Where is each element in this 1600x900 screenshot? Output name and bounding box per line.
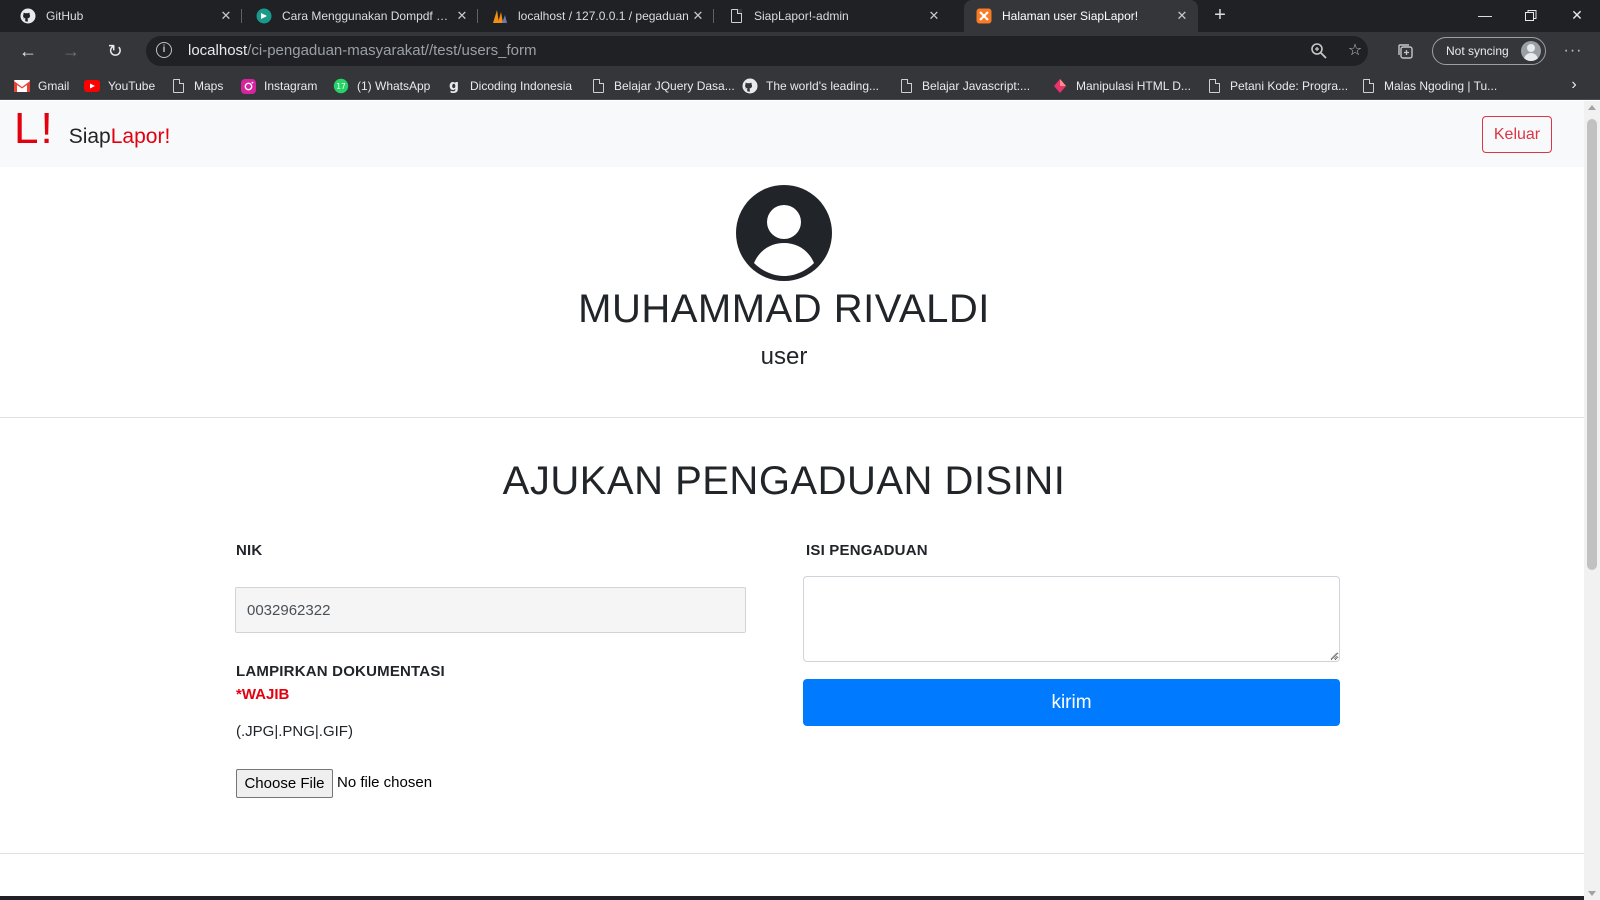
- xampp-icon: [976, 8, 992, 24]
- collections-icon[interactable]: [1394, 40, 1416, 62]
- tab-title: SiapLapor!-admin: [754, 9, 849, 23]
- browser-tab[interactable]: SiapLapor!-admin ✕: [716, 0, 950, 32]
- browser-tab[interactable]: Cara Menggunakan Dompdf di C ✕: [244, 0, 478, 32]
- logo-mark: L!: [14, 104, 55, 153]
- address-bar[interactable]: i localhost/ci-pengaduan-masyarakat//tes…: [146, 36, 1368, 66]
- browser-tab[interactable]: localhost / 127.0.0.1 / pegaduan ✕: [480, 0, 714, 32]
- page-scrollbar[interactable]: [1584, 101, 1600, 900]
- tab-title: Cara Menggunakan Dompdf di C: [282, 9, 454, 23]
- taskbar-edge: [0, 896, 1584, 900]
- chevron-right-icon[interactable]: ›: [1564, 70, 1584, 100]
- sync-label: Not syncing: [1446, 44, 1509, 58]
- bookmark-item[interactable]: Belajar Javascript:...: [898, 76, 1030, 96]
- url-text[interactable]: localhost/ci-pengaduan-masyarakat//test/…: [188, 42, 537, 59]
- diamond-icon: [1052, 78, 1068, 94]
- restore-icon[interactable]: [1508, 0, 1554, 32]
- whatsapp-icon: 17: [333, 78, 349, 94]
- tab-title: GitHub: [46, 9, 84, 23]
- bookmark-item[interactable]: 17 (1) WhatsApp: [333, 76, 430, 96]
- site-info-icon[interactable]: i: [156, 42, 172, 58]
- close-window-icon[interactable]: ✕: [1554, 0, 1600, 32]
- gmail-icon: [14, 78, 30, 94]
- file-status: No file chosen: [337, 774, 433, 791]
- page-icon: [590, 78, 606, 94]
- user-avatar-icon: [736, 185, 832, 281]
- bookmark-item[interactable]: Petani Kode: Progra...: [1206, 76, 1348, 96]
- nik-label: NIK: [236, 542, 263, 559]
- close-tab-icon[interactable]: ✕: [1174, 8, 1190, 24]
- scrollbar-thumb[interactable]: [1587, 119, 1597, 570]
- browser-toolbar: ← → ↻ i localhost/ci-pengaduan-masyaraka…: [0, 32, 1600, 70]
- scroll-down-icon[interactable]: [1588, 891, 1596, 896]
- submit-button[interactable]: kirim: [803, 679, 1340, 726]
- complaint-label: ISI PENGADUAN: [806, 542, 928, 559]
- tab-title: Halaman user SiapLapor!: [1002, 9, 1139, 23]
- profile-sync-button[interactable]: Not syncing: [1432, 37, 1546, 65]
- new-tab-button[interactable]: +: [1208, 4, 1232, 28]
- page-icon: [1206, 78, 1222, 94]
- dicoding-icon: g: [446, 78, 462, 94]
- profile-section: MUHAMMAD RIVALDI user: [0, 167, 1584, 418]
- github-icon: [742, 78, 758, 94]
- page-icon: [898, 78, 914, 94]
- bookmark-item[interactable]: Gmail: [14, 76, 69, 96]
- close-tab-icon[interactable]: ✕: [218, 8, 234, 24]
- bookmark-item[interactable]: YouTube: [84, 76, 155, 96]
- bookmarks-bar: Gmail YouTube Maps Instagram 17 (1) What…: [0, 70, 1600, 100]
- instagram-icon: [240, 78, 256, 94]
- tab-title: localhost / 127.0.0.1 / pegaduan: [518, 9, 689, 23]
- more-menu-icon[interactable]: ···: [1562, 40, 1584, 62]
- dompdf-icon: [256, 8, 272, 24]
- profile-role: user: [760, 343, 808, 370]
- brand-name: SiapLapor!: [68, 125, 171, 148]
- brand-logo[interactable]: L! SiapLapor!: [14, 107, 170, 151]
- page-icon: [170, 78, 186, 94]
- bookmark-item[interactable]: Belajar JQuery Dasa...: [590, 76, 735, 96]
- file-format-hint: (.JPG|.PNG|.GIF): [236, 723, 353, 740]
- bookmark-item[interactable]: Manipulasi HTML D...: [1052, 76, 1191, 96]
- choose-file-button[interactable]: Choose File: [236, 769, 333, 798]
- close-tab-icon[interactable]: ✕: [690, 8, 706, 24]
- forward-icon[interactable]: →: [57, 37, 85, 65]
- close-tab-icon[interactable]: ✕: [926, 8, 942, 24]
- browser-tab-strip: GitHub ✕ Cara Menggunakan Dompdf di C ✕ …: [0, 0, 1600, 32]
- star-icon[interactable]: ☆: [1344, 40, 1366, 62]
- nik-field[interactable]: [235, 587, 746, 633]
- reload-icon[interactable]: ↻: [101, 37, 129, 65]
- github-icon: [20, 8, 36, 24]
- bookmark-item[interactable]: Maps: [170, 76, 223, 96]
- form-title: AJUKAN PENGADUAN DISINI: [502, 459, 1066, 503]
- divider: [0, 853, 1584, 854]
- required-note: *WAJIB: [236, 686, 290, 703]
- site-navbar: L! SiapLapor! Keluar: [0, 101, 1584, 167]
- svg-text:17: 17: [336, 82, 346, 91]
- page-viewport: L! SiapLapor! Keluar MUHAMMAD RIVALDI us…: [0, 101, 1584, 900]
- attachment-label: LAMPIRKAN DOKUMENTASI: [236, 663, 445, 680]
- complaint-textarea[interactable]: [803, 576, 1340, 662]
- profile-name: MUHAMMAD RIVALDI: [578, 287, 990, 331]
- browser-tab-active[interactable]: Halaman user SiapLapor! ✕: [964, 0, 1198, 32]
- close-tab-icon[interactable]: ✕: [454, 8, 470, 24]
- zoom-icon[interactable]: [1308, 40, 1330, 62]
- bookmark-item[interactable]: The world's leading...: [742, 76, 879, 96]
- browser-tab[interactable]: GitHub ✕: [8, 0, 242, 32]
- page-icon: [728, 8, 744, 24]
- bookmark-item[interactable]: Instagram: [240, 76, 317, 96]
- phpmyadmin-icon: [492, 8, 508, 24]
- logout-button[interactable]: Keluar: [1482, 116, 1552, 153]
- back-icon[interactable]: ←: [14, 37, 42, 65]
- bookmark-item[interactable]: Malas Ngoding | Tu...: [1360, 76, 1497, 96]
- page-icon: [1360, 78, 1376, 94]
- profile-avatar-icon: [1521, 41, 1541, 61]
- svg-text:g: g: [449, 78, 459, 94]
- scroll-up-icon[interactable]: [1588, 105, 1596, 110]
- minimize-icon[interactable]: —: [1462, 0, 1508, 32]
- youtube-icon: [84, 78, 100, 94]
- bookmark-item[interactable]: g Dicoding Indonesia: [446, 76, 572, 96]
